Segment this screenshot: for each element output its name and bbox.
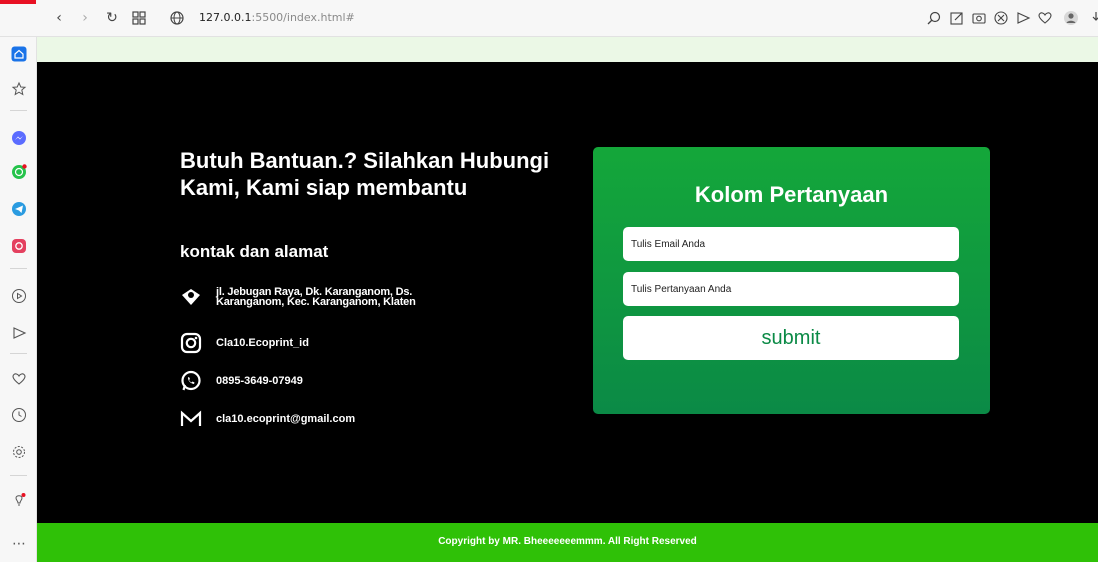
search-icon[interactable] — [926, 10, 942, 26]
copyright-text: Copyright by MR. Bheeeeeeemmm. All Right… — [438, 536, 697, 547]
whatsapp-icon — [181, 370, 201, 391]
sidebar-divider — [10, 475, 27, 476]
sidebar-divider — [10, 353, 27, 354]
history-icon[interactable] — [11, 407, 27, 423]
home-icon[interactable] — [11, 46, 27, 62]
whatsapp-icon[interactable] — [11, 164, 27, 180]
flow-icon[interactable] — [11, 325, 27, 341]
contact-address: jl. Jebugan Raya, Dk. Karanganom, Ds. Ka… — [180, 286, 436, 308]
submit-button[interactable]: submit — [623, 316, 959, 360]
location-icon — [182, 289, 200, 305]
address-bar[interactable]: 127.0.0.1:5500/index.html# — [199, 11, 355, 24]
url-path: :5500/index.html# — [251, 11, 355, 24]
browser-sidebar: ⋯ — [0, 37, 37, 562]
contact-instagram: Cla10.Ecoprint_id — [180, 332, 309, 354]
profile-icon[interactable] — [1063, 10, 1079, 26]
heart-icon[interactable] — [11, 371, 27, 387]
tips-icon[interactable] — [11, 492, 27, 508]
page-top-strip — [37, 37, 1098, 62]
sidebar-divider — [10, 268, 27, 269]
address-text: jl. Jebugan Raya, Dk. Karanganom, Ds. Ka… — [216, 286, 416, 308]
footer: Copyright by MR. Bheeeeeeemmm. All Right… — [37, 523, 1098, 562]
apps-icon[interactable] — [131, 10, 147, 26]
reload-icon[interactable]: ↻ — [103, 9, 121, 27]
page-headline: Butuh Bantuan.? Silahkan Hubungi Kami, K… — [180, 148, 550, 200]
contact-phone: 0895-3649-07949 — [180, 370, 303, 392]
page-content: Butuh Bantuan.? Silahkan Hubungi Kami, K… — [37, 37, 1098, 562]
brand-accent — [0, 0, 36, 4]
phone-number: 0895-3649-07949 — [216, 375, 303, 387]
sidebar-divider — [10, 110, 27, 111]
more-icon[interactable]: ⋯ — [11, 536, 27, 552]
contact-subheading: kontak dan alamat — [180, 242, 329, 261]
download-icon[interactable] — [1088, 10, 1098, 26]
browser-toolbar: ‹ › ↻ 127.0.0.1:5500/index.html# — [0, 0, 1098, 37]
forward-icon[interactable]: › — [76, 9, 94, 27]
telegram-icon[interactable] — [11, 201, 27, 217]
question-field[interactable] — [623, 272, 959, 306]
block-icon[interactable] — [993, 10, 1009, 26]
email-icon — [180, 410, 202, 426]
email-field[interactable] — [623, 227, 959, 261]
back-icon[interactable]: ‹ — [50, 9, 68, 27]
instagram-handle: Cla10.Ecoprint_id — [216, 337, 309, 349]
messenger-icon[interactable] — [11, 130, 27, 146]
instagram-icon — [180, 332, 202, 354]
screenshot-icon[interactable] — [971, 10, 987, 26]
edit-icon[interactable] — [949, 10, 965, 26]
contact-email: cla10.ecoprint@gmail.com — [180, 408, 355, 430]
instagram-icon[interactable] — [11, 238, 27, 254]
send-icon[interactable] — [1015, 10, 1031, 26]
favorites-icon[interactable] — [11, 81, 27, 97]
settings-icon[interactable] — [11, 444, 27, 460]
url-host: 127.0.0.1 — [199, 11, 252, 24]
form-title: Kolom Pertanyaan — [694, 182, 889, 207]
question-form-card: Kolom Pertanyaan submit — [593, 147, 990, 414]
heart-icon[interactable] — [1037, 10, 1053, 26]
site-info-icon[interactable] — [169, 10, 185, 26]
email-address: cla10.ecoprint@gmail.com — [216, 413, 356, 425]
player-icon[interactable] — [11, 288, 27, 304]
